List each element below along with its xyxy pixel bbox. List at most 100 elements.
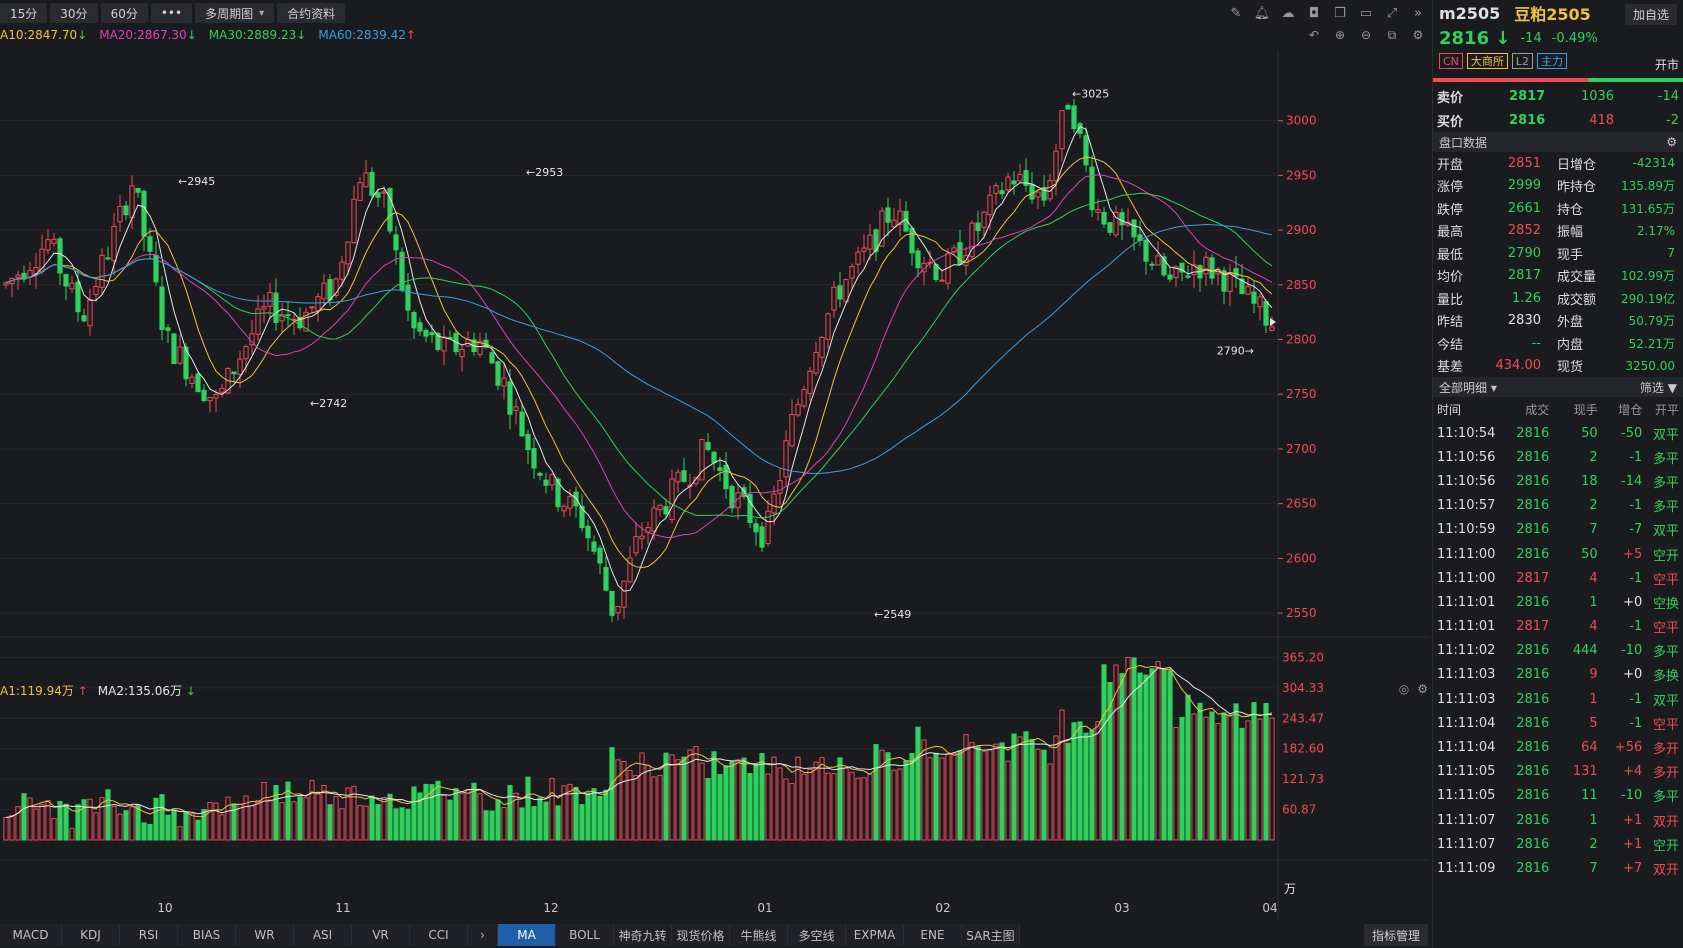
column-header: 时间 xyxy=(1437,402,1462,417)
indicator-tab[interactable]: KDJ xyxy=(62,924,120,946)
settings-icon[interactable]: ⚙ xyxy=(1666,135,1677,149)
indicator-tab[interactable]: CCI xyxy=(410,924,468,946)
target-icon[interactable]: ◎ xyxy=(1399,682,1409,696)
ma-line xyxy=(5,174,1273,539)
indicator-tab[interactable]: BIAS xyxy=(178,924,236,946)
stat-value: 2851 xyxy=(1507,155,1541,171)
volume-bar xyxy=(699,762,705,841)
indicator-tab[interactable]: VR xyxy=(352,924,410,946)
trade-row[interactable]: 11:10:59 2816 7 -7 双平 xyxy=(1433,518,1683,542)
volume-bar xyxy=(807,768,813,841)
kline-chart[interactable]: 3000 2950 2900 2850 2800 2750 2700 2650 2600 2550… xyxy=(0,0,1430,924)
trade-row[interactable]: 11:11:05 2816 131 +4 多开 xyxy=(1433,760,1683,784)
volume-bar xyxy=(585,792,591,841)
indicator-tab[interactable]: › xyxy=(468,924,498,946)
indicator-tab[interactable]: SAR主图 xyxy=(962,924,1020,946)
indicator-manage-button[interactable]: 指标管理 xyxy=(1363,924,1428,946)
trade-row[interactable]: 11:10:56 2816 2 -1 多平 xyxy=(1433,445,1683,469)
stat-value: 102.99万 xyxy=(1621,269,1675,284)
indicator-tab[interactable]: MACD xyxy=(0,924,62,946)
trade-row[interactable]: 11:11:04 2816 5 -1 空平 xyxy=(1433,711,1683,735)
add-favorite-button[interactable]: 加自选 xyxy=(1624,4,1677,25)
trade-time: 11:10:54 xyxy=(1437,425,1496,441)
candle-body xyxy=(1083,135,1089,166)
candle-body xyxy=(189,376,195,384)
trade-row[interactable]: 11:11:03 2816 1 -1 双平 xyxy=(1433,687,1683,711)
trade-row[interactable]: 11:11:07 2816 2 +1 空开 xyxy=(1433,832,1683,856)
trade-hand: 5 xyxy=(1589,715,1598,731)
candle-body xyxy=(1269,326,1275,331)
trade-price: 2816 xyxy=(1516,667,1550,683)
indicator-tab[interactable]: WR xyxy=(236,924,294,946)
candle-body xyxy=(1209,257,1215,279)
trade-row[interactable]: 11:11:00 2816 50 +5 空开 xyxy=(1433,542,1683,566)
detail-dropdown[interactable]: 全部明细 ▾ xyxy=(1439,379,1497,396)
volume-bar xyxy=(1077,721,1083,841)
volume-bar xyxy=(633,775,639,841)
indicator-tab[interactable]: 现货价格 xyxy=(672,924,730,946)
stats-title: 盘口数据 xyxy=(1439,135,1488,150)
trade-row[interactable]: 11:11:00 2817 4 -1 空平 xyxy=(1433,566,1683,590)
indicator-tab[interactable]: 神奇九转 xyxy=(614,924,672,946)
candle-body xyxy=(711,451,717,464)
candle-body xyxy=(405,284,411,311)
trade-oi: -1 xyxy=(1629,449,1643,465)
indicator-tab[interactable]: MA xyxy=(498,924,556,946)
trade-row[interactable]: 11:11:03 2816 9 +0 多换 xyxy=(1433,663,1683,687)
trade-row[interactable]: 11:11:05 2816 11 -10 多平 xyxy=(1433,784,1683,808)
trade-row[interactable]: 11:10:56 2816 18 -14 多平 xyxy=(1433,469,1683,493)
volume-bar xyxy=(867,773,873,841)
candle-body xyxy=(609,590,615,616)
trade-type: 空开 xyxy=(1653,548,1680,564)
candle-body xyxy=(1071,105,1077,130)
stat-value: 131.65万 xyxy=(1621,201,1675,216)
volume-bar xyxy=(579,804,585,841)
candle-body xyxy=(345,241,351,265)
candle-body xyxy=(543,479,549,486)
filter-button[interactable]: 筛选 ▼ xyxy=(1640,379,1677,396)
volume-bar xyxy=(813,761,819,841)
indicator-tab[interactable]: ENE xyxy=(904,924,962,946)
candle-body xyxy=(1065,104,1071,110)
stat-value: 7 xyxy=(1667,246,1675,261)
volume-bar xyxy=(1269,717,1275,841)
indicator-tab[interactable]: BOLL xyxy=(556,924,614,946)
volume-bar xyxy=(519,807,525,841)
chart-area[interactable]: 15分30分60分•••多周期图合约资料 ✎ 🔔︎ ☁ ◘ ❐ ▭ ⤢ » A1… xyxy=(0,0,1430,948)
settings-icon[interactable]: ⚙ xyxy=(1417,682,1428,696)
stat-value: -42314 xyxy=(1632,156,1675,171)
volume-bar xyxy=(135,804,141,841)
trade-row[interactable]: 11:10:54 2816 50 -50 双平 xyxy=(1433,421,1683,445)
indicator-tab[interactable]: EXPMA xyxy=(846,924,904,946)
trade-list[interactable]: 11:10:54 2816 50 -50 双平 11:10:56 2816 2 -1 多平 11:1… xyxy=(1433,421,1683,881)
candle-body xyxy=(849,266,855,279)
volume-bar xyxy=(531,806,537,841)
trade-row[interactable]: 11:11:01 2817 4 -1 空平 xyxy=(1433,615,1683,639)
volume-unit-label: 万 xyxy=(1284,882,1296,896)
candle-body xyxy=(825,313,831,340)
volume-bar xyxy=(453,788,459,841)
trade-row[interactable]: 11:11:09 2816 7 +7 双开 xyxy=(1433,856,1683,880)
volume-bar xyxy=(273,785,279,841)
candle-body xyxy=(309,306,315,309)
volume-bar xyxy=(459,792,465,841)
indicator-tab[interactable]: 多空线 xyxy=(788,924,846,946)
bid-ask-ratio-bar xyxy=(1433,78,1683,82)
trade-row[interactable]: 11:11:07 2816 1 +1 双开 xyxy=(1433,808,1683,832)
trade-row[interactable]: 11:10:57 2816 2 -1 多平 xyxy=(1433,494,1683,518)
indicator-tab[interactable]: RSI xyxy=(120,924,178,946)
stat-value: 1.26 xyxy=(1512,290,1541,306)
price-annotation: ←3025 xyxy=(1072,87,1109,100)
volume-bar xyxy=(369,795,375,841)
trade-row[interactable]: 11:11:02 2816 444 -10 多平 xyxy=(1433,639,1683,663)
indicator-tab[interactable]: ASI xyxy=(294,924,352,946)
indicator-tab[interactable]: 牛熊线 xyxy=(730,924,788,946)
stat-label: 振幅 xyxy=(1557,225,1584,241)
stat-label: 跌停 xyxy=(1437,202,1464,218)
trade-hand: 9 xyxy=(1589,667,1598,683)
volume-bar xyxy=(1155,661,1161,841)
trade-row[interactable]: 11:11:04 2816 64 +56 多开 xyxy=(1433,735,1683,759)
trade-row[interactable]: 11:11:01 2816 1 +0 空换 xyxy=(1433,590,1683,614)
volume-bar xyxy=(525,776,531,841)
stat-row: 均价 2817 成交量 102.99万 xyxy=(1433,265,1683,288)
